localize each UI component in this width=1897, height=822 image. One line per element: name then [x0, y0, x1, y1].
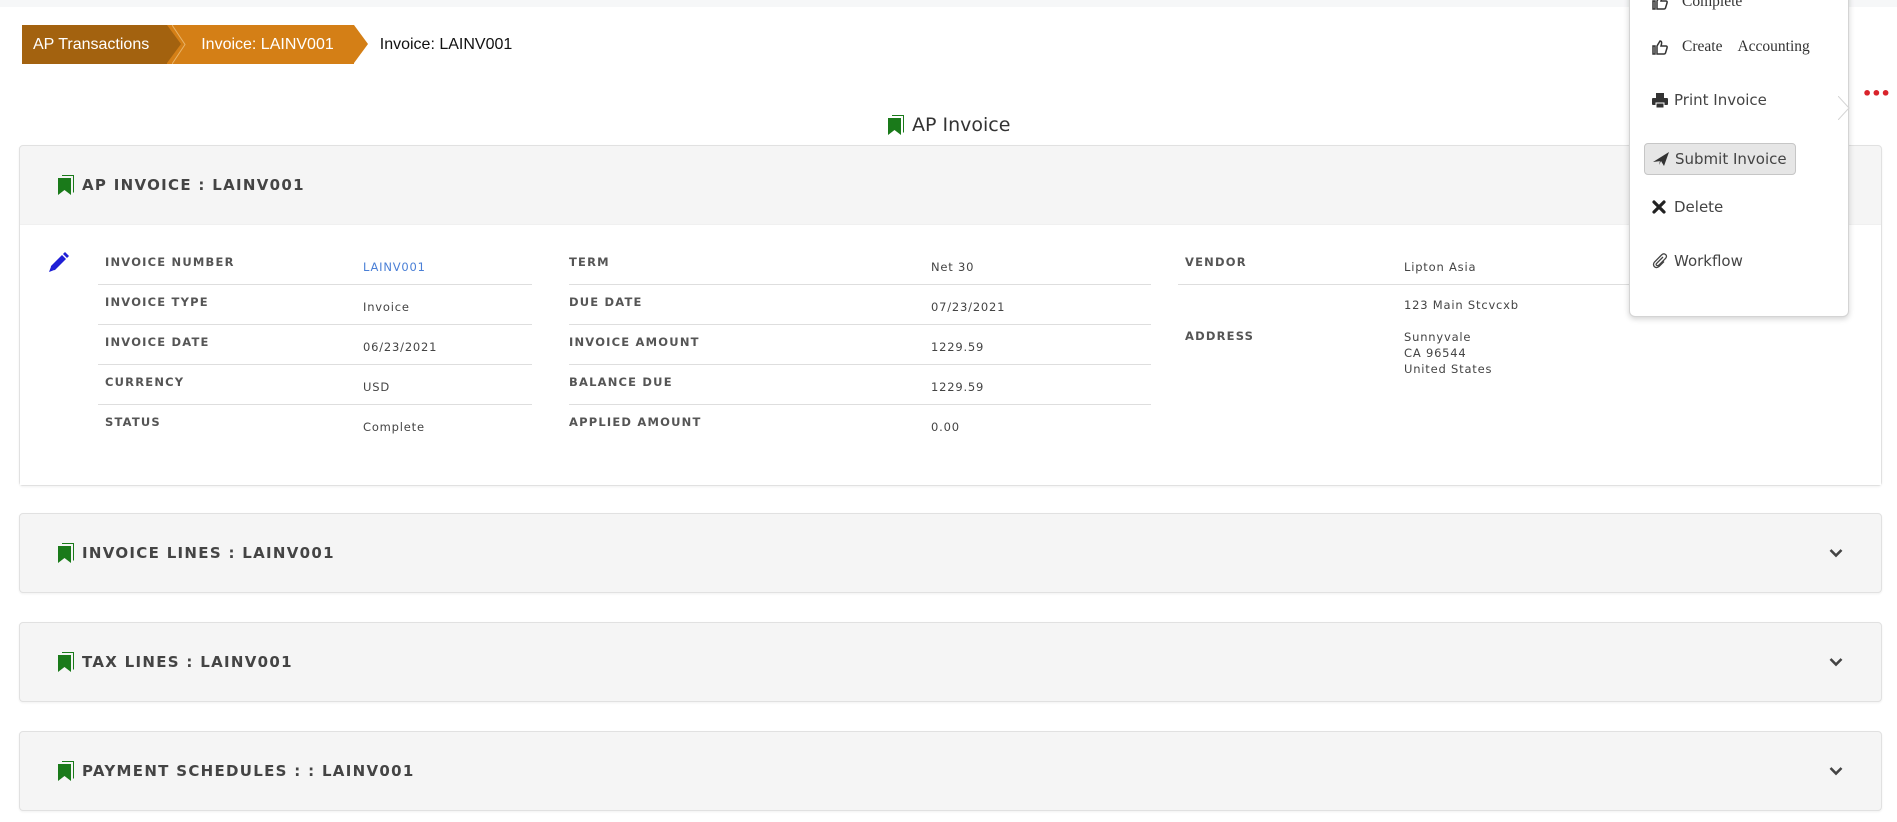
field-currency: CURRENCY USD — [98, 365, 532, 405]
tax-lines-header[interactable]: TAX LINES : LAINV001 — [20, 623, 1881, 701]
field-label: CURRENCY — [105, 375, 185, 389]
menu-item-create-accounting[interactable]: Create Accounting — [1652, 38, 1810, 56]
menu-item-print-invoice[interactable]: Print Invoice — [1652, 91, 1767, 109]
menu-item-complete[interactable]: Complete — [1652, 0, 1742, 11]
address-spacer — [1404, 313, 1519, 329]
payment-schedules-card: PAYMENT SCHEDULES : : LAINV001 — [19, 731, 1882, 811]
field-label: INVOICE DATE — [105, 335, 210, 349]
page-title-text: AP Invoice — [912, 114, 1011, 136]
field-invoice-type: INVOICE TYPE Invoice — [98, 285, 532, 325]
printer-icon — [1652, 92, 1672, 108]
ap-invoice-header[interactable]: AP INVOICE : LAINV001 — [20, 146, 1881, 224]
field-value: 06/23/2021 — [363, 340, 438, 354]
invoice-lines-header[interactable]: INVOICE LINES : LAINV001 — [20, 514, 1881, 592]
field-address: ADDRESS 123 Main Stcvcxb Sunnyvale CA 96… — [1178, 285, 1658, 385]
field-label: VENDOR — [1185, 255, 1247, 269]
close-x-icon — [1652, 200, 1672, 214]
invoice-lines-card: INVOICE LINES : LAINV001 — [19, 513, 1882, 593]
tax-lines-card: TAX LINES : LAINV001 — [19, 622, 1882, 702]
field-invoice-amount: INVOICE AMOUNT 1229.59 — [569, 325, 1151, 365]
field-label: BALANCE DUE — [569, 375, 673, 389]
page-title: AP Invoice — [888, 114, 1010, 136]
address-line-4: United States — [1404, 362, 1493, 376]
paper-plane-icon — [1653, 152, 1673, 166]
field-label: STATUS — [105, 415, 161, 429]
address-line-3: CA 96544 — [1404, 346, 1467, 360]
ap-invoice-details: INVOICE NUMBER LAINV001 INVOICE TYPE Inv… — [20, 224, 1881, 485]
actions-menu: Complete Create Accounting Print Invoice… — [1629, 0, 1849, 317]
field-label: TERM — [569, 255, 610, 269]
breadcrumb-separator — [172, 25, 186, 64]
vendor-value: Lipton Asia — [1404, 260, 1477, 274]
field-label: INVOICE AMOUNT — [569, 335, 700, 349]
menu-item-label: Delete — [1674, 198, 1724, 216]
breadcrumb-invoice[interactable]: Invoice: LAINV001 — [167, 25, 368, 64]
top-bar — [0, 0, 1897, 7]
tax-lines-title: TAX LINES : LAINV001 — [82, 653, 293, 671]
menu-item-label: Print Invoice — [1674, 91, 1767, 109]
paperclip-icon — [1652, 253, 1672, 269]
breadcrumb-current: Invoice: LAINV001 — [379, 35, 513, 53]
field-balance-due: BALANCE DUE 1229.59 — [569, 365, 1151, 405]
payment-schedules-header[interactable]: PAYMENT SCHEDULES : : LAINV001 — [20, 732, 1881, 810]
field-invoice-number: INVOICE NUMBER LAINV001 — [98, 245, 532, 285]
field-label: INVOICE NUMBER — [105, 255, 235, 269]
thumbs-up-icon — [1652, 39, 1672, 55]
payment-schedules-title: PAYMENT SCHEDULES : : LAINV001 — [82, 762, 415, 780]
field-vendor: VENDOR Lipton Asia — [1178, 245, 1658, 285]
pencil-edit-icon[interactable] — [47, 252, 69, 274]
field-invoice-date: INVOICE DATE 06/23/2021 — [98, 325, 532, 365]
menu-item-workflow[interactable]: Workflow — [1652, 252, 1743, 270]
ap-invoice-card: AP INVOICE : LAINV001 INVOICE NUMBER LAI… — [19, 145, 1882, 486]
field-label: APPLIED AMOUNT — [569, 415, 702, 429]
address-line-1: 123 Main Stcvcxb — [1404, 298, 1519, 312]
menu-item-submit-invoice[interactable]: Submit Invoice — [1644, 143, 1796, 175]
breadcrumb-ap-transactions[interactable]: AP Transactions — [22, 25, 182, 64]
breadcrumb: AP Transactions Invoice: LAINV001 Invoic… — [22, 25, 512, 64]
menu-item-delete[interactable]: Delete — [1652, 198, 1723, 216]
bookmark-icon — [58, 543, 74, 563]
thumbs-up-icon — [1652, 0, 1672, 10]
field-label: ADDRESS — [1185, 329, 1255, 343]
field-value: 07/23/2021 — [931, 300, 1006, 314]
field-term: TERM Net 30 — [569, 245, 1151, 285]
field-value: 1229.59 — [931, 340, 985, 354]
bookmark-icon — [888, 115, 904, 135]
field-value: Net 30 — [931, 260, 975, 274]
bookmark-icon — [58, 652, 74, 672]
chevron-down-icon[interactable] — [1829, 657, 1843, 667]
field-value: USD — [363, 380, 390, 394]
field-applied-amount: APPLIED AMOUNT 0.00 — [569, 405, 1151, 445]
chevron-down-icon[interactable] — [1829, 548, 1843, 558]
ap-invoice-title: AP INVOICE : LAINV001 — [82, 176, 305, 194]
menu-item-label: Complete — [1682, 0, 1743, 10]
address-value: 123 Main Stcvcxb Sunnyvale CA 96544 Unit… — [1404, 285, 1519, 385]
invoice-number-link[interactable]: LAINV001 — [363, 245, 426, 284]
address-line-2: Sunnyvale — [1404, 330, 1472, 344]
invoice-info-column: INVOICE NUMBER LAINV001 INVOICE TYPE Inv… — [98, 245, 532, 445]
invoice-lines-title: INVOICE LINES : LAINV001 — [82, 544, 335, 562]
menu-item-label: Create Accounting — [1682, 38, 1810, 55]
chevron-down-icon[interactable] — [1829, 766, 1843, 776]
menu-pointer-caret — [1838, 96, 1850, 120]
bookmark-icon — [58, 761, 74, 781]
menu-item-label: Submit Invoice — [1675, 150, 1787, 168]
status-value: Complete — [363, 420, 425, 434]
field-value: Invoice — [363, 300, 410, 314]
field-due-date: DUE DATE 07/23/2021 — [569, 285, 1151, 325]
field-label: INVOICE TYPE — [105, 295, 209, 309]
field-value: 1229.59 — [931, 380, 985, 394]
vendor-info-column: VENDOR Lipton Asia ADDRESS 123 Main Stcv… — [1178, 245, 1658, 385]
payment-info-column: TERM Net 30 DUE DATE 07/23/2021 INVOICE … — [569, 245, 1151, 445]
field-label: DUE DATE — [569, 295, 643, 309]
more-options-icon[interactable]: ••• — [1862, 84, 1891, 103]
field-status: STATUS Complete — [98, 405, 532, 445]
bookmark-icon — [58, 175, 74, 195]
field-value: 0.00 — [931, 420, 960, 434]
menu-item-label: Workflow — [1674, 252, 1743, 270]
